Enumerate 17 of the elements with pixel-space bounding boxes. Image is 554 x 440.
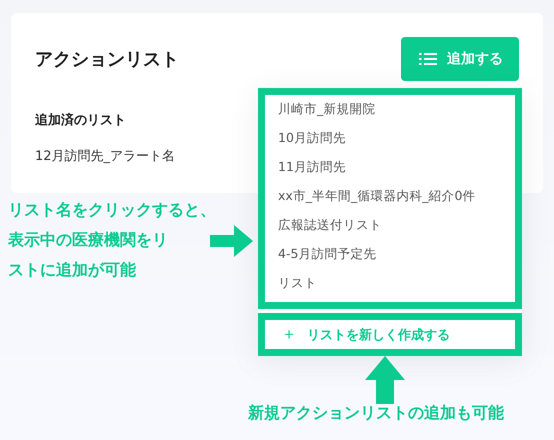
- annotation-text: 新規アクションリストの追加も可能: [248, 402, 504, 424]
- added-list-item: 12月訪問先_アラート名: [35, 148, 176, 165]
- list-option[interactable]: xx市_半年間_循環器内科_紹介0件: [265, 186, 488, 215]
- annotation-text: リスト名をクリックすると、: [8, 199, 216, 221]
- list-option[interactable]: 広報誌送付リスト: [265, 215, 395, 244]
- list-option[interactable]: 11月訪問先: [265, 157, 359, 186]
- list-icon: [419, 53, 437, 65]
- list-option[interactable]: 4-5月訪問予定先: [265, 244, 390, 273]
- annotation-text: 表示中の医療機関をリ: [8, 229, 168, 251]
- arrow-icon: [210, 225, 253, 257]
- added-lists-label: 追加済のリスト: [35, 112, 126, 129]
- list-option[interactable]: 10月訪問先: [265, 128, 359, 157]
- card-title: アクションリスト: [35, 48, 179, 71]
- arrow-icon: [365, 356, 405, 404]
- list-option[interactable]: リスト: [265, 273, 330, 302]
- list-option[interactable]: 川崎市_新規開院: [265, 99, 388, 128]
- annotation-text: ストに追加が可能: [8, 259, 136, 281]
